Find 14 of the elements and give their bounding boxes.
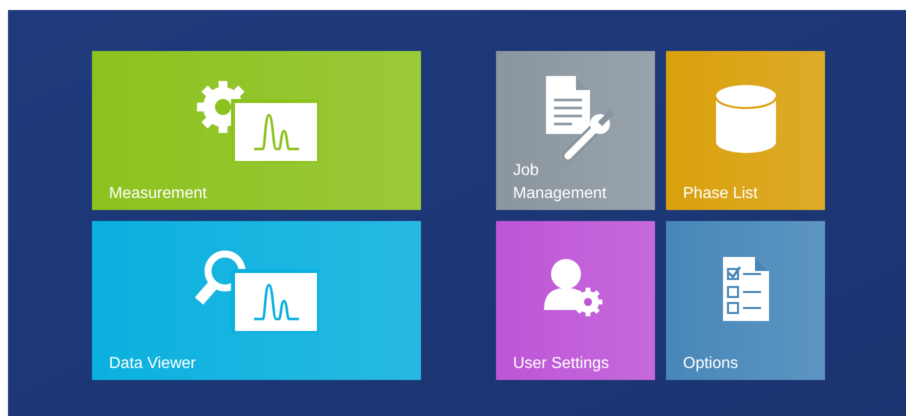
- tile-label: Options: [683, 354, 740, 374]
- app-tile[interactable]: Data Viewer: [92, 221, 421, 380]
- tile-label: User Settings: [513, 354, 610, 374]
- tile-label: Measurement: [109, 184, 208, 204]
- cylinder-icon: [714, 84, 778, 154]
- app-tile[interactable]: Options: [666, 221, 825, 380]
- app-tile[interactable]: Measurement: [92, 51, 421, 210]
- tile-label: Job Management: [513, 161, 608, 204]
- tile-label: Data Viewer: [109, 354, 197, 374]
- tile-label: Phase List: [683, 184, 759, 204]
- app-tile[interactable]: Job Management: [496, 51, 655, 210]
- app-tile[interactable]: User Settings: [496, 221, 655, 380]
- checklist-document-icon: [720, 256, 770, 320]
- app-tile[interactable]: Phase List: [666, 51, 825, 210]
